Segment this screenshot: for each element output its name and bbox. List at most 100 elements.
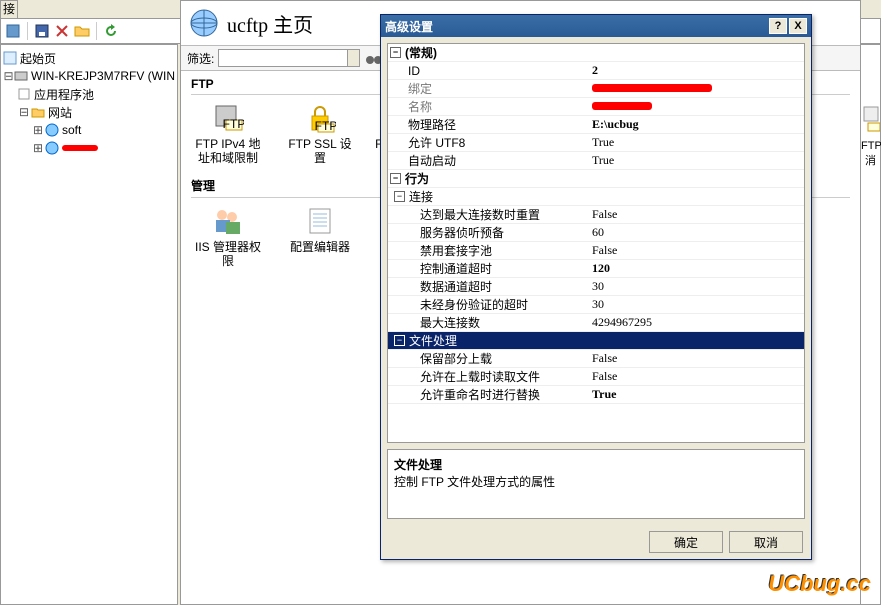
svg-text:FTP: FTP: [223, 117, 244, 131]
ftp-msg-icon[interactable]: [862, 105, 880, 135]
filter-label: 筛选:: [187, 50, 214, 67]
prop-value: [586, 99, 804, 114]
desc-body: 控制 FTP 文件处理方式的属性: [394, 473, 798, 490]
prop-unauth-timeout[interactable]: 未经身份验证的超时: [388, 296, 586, 313]
dialog-title: 高级设置: [385, 18, 433, 35]
collapse-icon[interactable]: −: [394, 335, 405, 346]
users-icon: [191, 204, 265, 238]
item-label: IIS 管理器权限: [191, 240, 265, 268]
prop-value[interactable]: 30: [586, 279, 804, 294]
collapse-icon[interactable]: ⊟: [3, 69, 14, 83]
redacted-label: [62, 145, 98, 151]
prop-value[interactable]: False: [586, 243, 804, 258]
prop-max-conn[interactable]: 最大连接数: [388, 314, 586, 331]
tree-start-page[interactable]: 起始页: [3, 49, 175, 67]
tree-apppool[interactable]: 应用程序池: [3, 85, 175, 103]
prop-ctrl-timeout[interactable]: 控制通道超时: [388, 260, 586, 277]
dialog-buttons: 确定 取消: [381, 525, 811, 559]
connections-tab[interactable]: 接: [0, 0, 18, 18]
right-panel: FTP 消: [861, 44, 881, 605]
collapse-icon[interactable]: ⊟: [17, 105, 31, 119]
tree-label: soft: [62, 123, 81, 137]
prop-value[interactable]: 120: [586, 261, 804, 276]
prop-value[interactable]: True: [586, 153, 804, 168]
prop-utf8[interactable]: 允许 UTF8: [388, 134, 586, 151]
page-title: ucftp 主页: [227, 9, 313, 38]
home-icon: [3, 51, 17, 65]
dropdown-icon[interactable]: [348, 49, 360, 67]
cat-file-handling[interactable]: −文件处理: [388, 332, 586, 349]
property-grid[interactable]: −(常规) ID2 绑定 名称 物理路径E:\ucbug 允许 UTF8True…: [387, 43, 805, 443]
prop-keep-partial[interactable]: 保留部分上载: [388, 350, 586, 367]
expand-icon[interactable]: ⊞: [31, 141, 45, 155]
config-editor-icon: [283, 204, 357, 238]
tree-site-redacted[interactable]: ⊞: [3, 139, 175, 157]
server-icon: [14, 69, 28, 83]
sites-icon: [31, 105, 45, 119]
desc-title: 文件处理: [394, 456, 798, 473]
refresh-icon[interactable]: [103, 23, 119, 39]
prop-value[interactable]: False: [586, 369, 804, 384]
tree-site-soft[interactable]: ⊞ soft: [3, 121, 175, 139]
prop-allow-rename-replace[interactable]: 允许重命名时进行替换: [388, 386, 586, 403]
ok-button[interactable]: 确定: [649, 531, 723, 553]
prop-read-while-upload[interactable]: 允许在上载时读取文件: [388, 368, 586, 385]
prop-value[interactable]: False: [586, 207, 804, 222]
cat-connection[interactable]: −连接: [388, 188, 586, 205]
delete-icon[interactable]: [54, 23, 70, 39]
prop-autostart[interactable]: 自动启动: [388, 152, 586, 169]
collapse-icon[interactable]: −: [390, 173, 401, 184]
collapse-icon[interactable]: −: [390, 47, 401, 58]
prop-value[interactable]: True: [586, 387, 804, 402]
prop-value[interactable]: E:\ucbug: [586, 117, 804, 132]
prop-reset[interactable]: 达到最大连接数时重置: [388, 206, 586, 223]
tree-label: 网站: [48, 104, 72, 121]
description-box: 文件处理 控制 FTP 文件处理方式的属性: [387, 449, 805, 519]
save-icon[interactable]: [34, 23, 50, 39]
item-label: FTP SSL 设置: [283, 137, 357, 165]
prop-binding[interactable]: 绑定: [388, 80, 586, 97]
prop-value[interactable]: True: [586, 135, 804, 150]
connections-tree: 起始页 ⊟ WIN-KREJP3M7RFV (WIN 应用程序池 ⊟ 网站 ⊞ …: [0, 44, 178, 605]
prop-id[interactable]: ID: [388, 64, 586, 78]
tree-label: WIN-KREJP3M7RFV (WIN: [31, 69, 175, 83]
prop-pool[interactable]: 禁用套接字池: [388, 242, 586, 259]
prop-value[interactable]: 2: [586, 63, 804, 78]
cancel-button[interactable]: 取消: [729, 531, 803, 553]
tree-sites[interactable]: ⊟ 网站: [3, 103, 175, 121]
connect-icon[interactable]: [5, 23, 21, 39]
apppool-icon: [17, 87, 31, 101]
globe-icon: [45, 141, 59, 155]
cat-general[interactable]: −(常规): [388, 44, 586, 61]
prop-value: [586, 81, 804, 96]
config-editor-item[interactable]: 配置编辑器: [283, 204, 357, 268]
filter-input[interactable]: [218, 49, 348, 67]
dialog-titlebar[interactable]: 高级设置 ? X: [381, 15, 811, 37]
ftp-ssl-item[interactable]: FTP FTP SSL 设置: [283, 101, 357, 165]
item-label: 配置编辑器: [283, 240, 357, 254]
tree-label: 应用程序池: [34, 86, 94, 103]
help-button[interactable]: ?: [769, 18, 787, 34]
expand-icon[interactable]: ⊞: [31, 123, 45, 137]
advanced-settings-dialog: 高级设置 ? X −(常规) ID2 绑定 名称 物理路径E:\ucbug 允许…: [380, 14, 812, 560]
ftp-ipv4-icon: FTP: [191, 101, 265, 135]
prop-backlog[interactable]: 服务器侦听预备: [388, 224, 586, 241]
iis-mgr-item[interactable]: IIS 管理器权限: [191, 204, 265, 268]
collapse-icon[interactable]: −: [394, 191, 405, 202]
prop-value[interactable]: 60: [586, 225, 804, 240]
prop-data-timeout[interactable]: 数据通道超时: [388, 278, 586, 295]
close-button[interactable]: X: [789, 18, 807, 34]
ftp-msg-label: FTP 消: [861, 140, 880, 168]
cat-behavior[interactable]: −行为: [388, 170, 586, 187]
globe-icon: [45, 123, 59, 137]
prop-value[interactable]: False: [586, 351, 804, 366]
ftp-ipv4-item[interactable]: FTP FTP IPv4 地址和域限制: [191, 101, 265, 165]
globe-icon: [189, 8, 219, 38]
item-label: FTP IPv4 地址和域限制: [191, 137, 265, 165]
tree-server[interactable]: ⊟ WIN-KREJP3M7RFV (WIN: [3, 67, 175, 85]
folder-icon[interactable]: [74, 23, 90, 39]
prop-value[interactable]: 30: [586, 297, 804, 312]
prop-value[interactable]: 4294967295: [586, 315, 804, 330]
prop-name[interactable]: 名称: [388, 98, 586, 115]
prop-path[interactable]: 物理路径: [388, 116, 586, 133]
